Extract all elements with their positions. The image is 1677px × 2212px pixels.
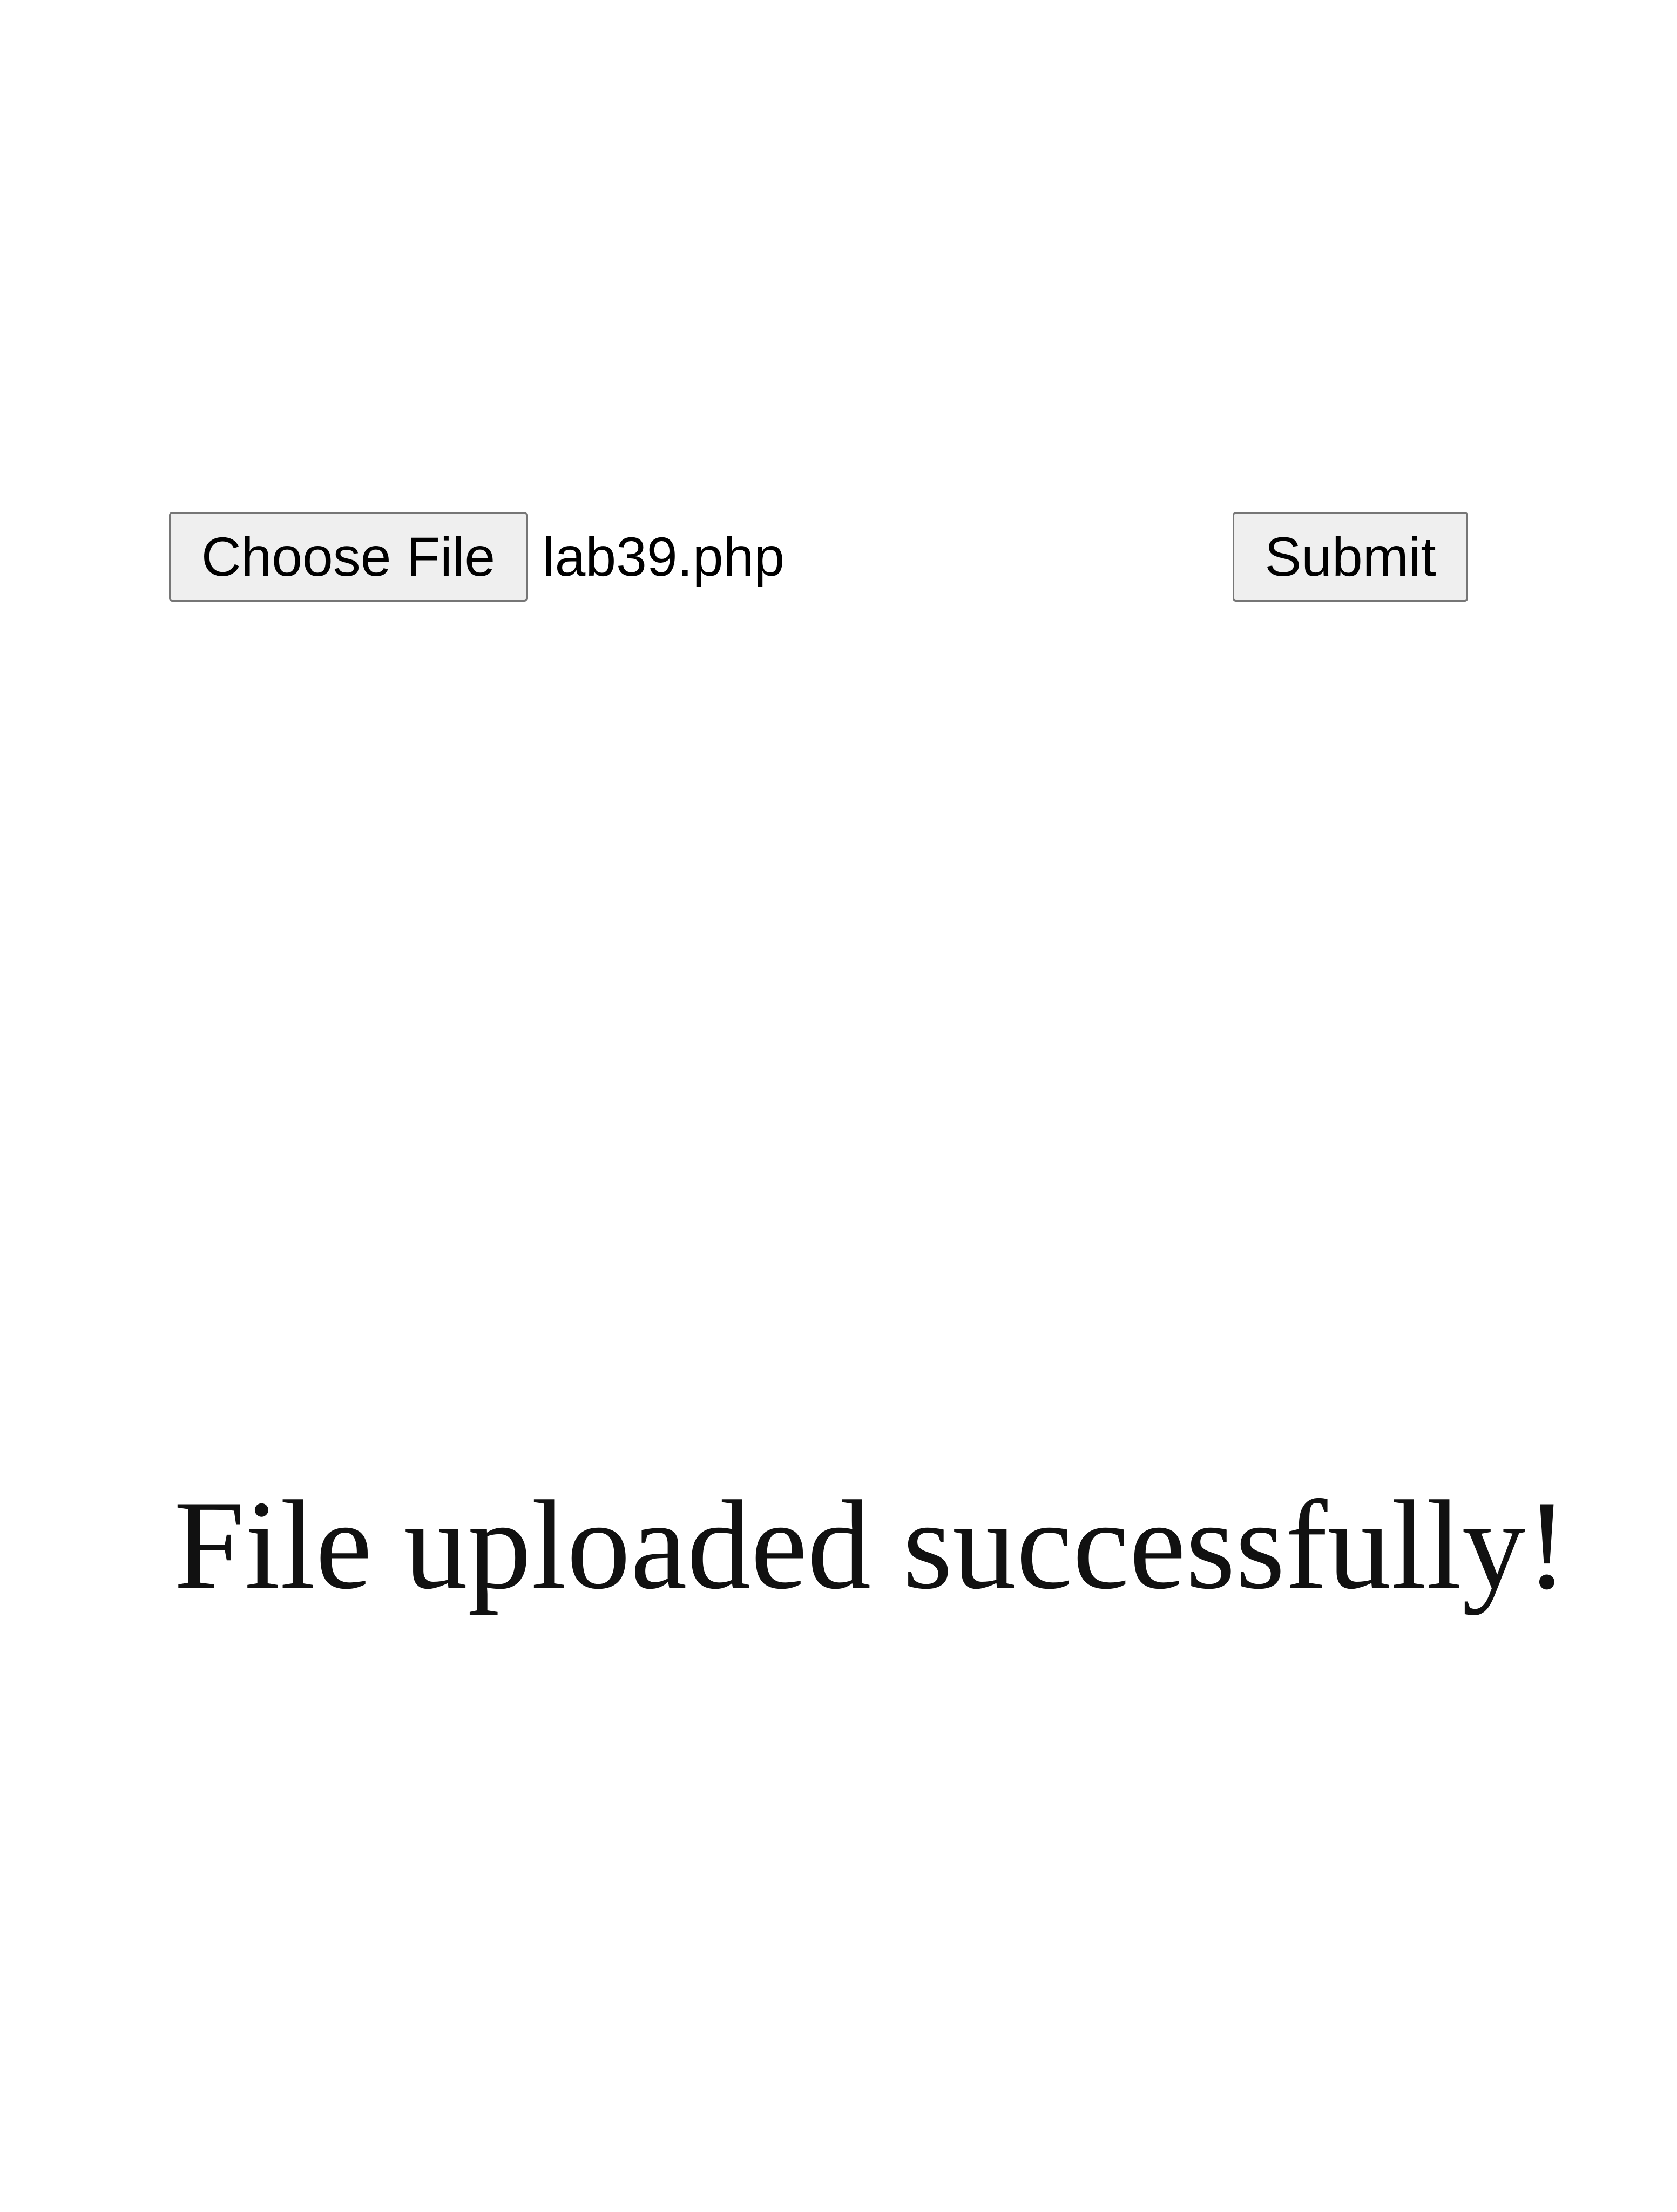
upload-status-message: File uploaded successfully! [174,1475,1568,1616]
selected-file-name: lab39.php [543,525,785,588]
choose-file-button[interactable]: Choose File [169,512,528,602]
upload-form: Choose File lab39.php Submit [0,0,1677,648]
submit-button[interactable]: Submit [1233,512,1468,602]
